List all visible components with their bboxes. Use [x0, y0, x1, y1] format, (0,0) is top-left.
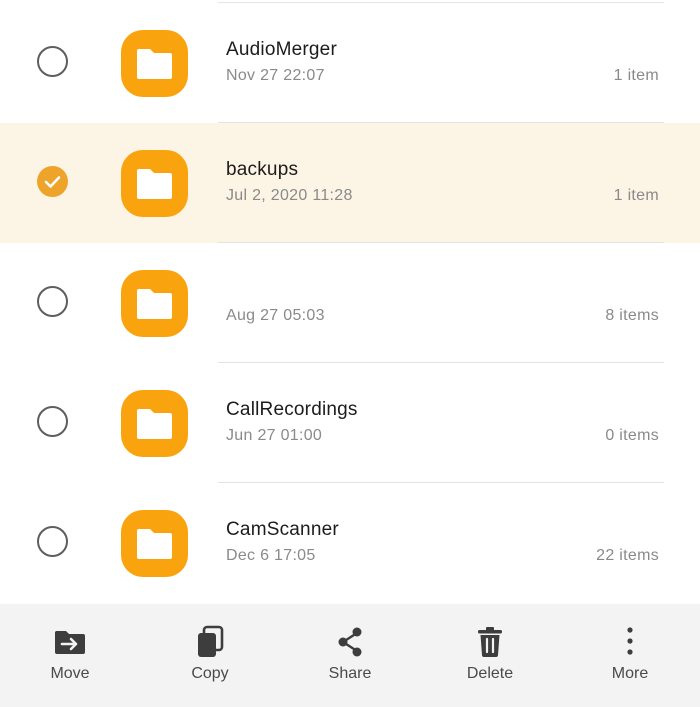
folder-name: CallRecordings — [226, 399, 358, 420]
select-checkbox[interactable] — [37, 526, 68, 557]
move-button[interactable]: Move — [0, 604, 140, 707]
folder-item-count: 1 item — [613, 67, 659, 84]
delete-button[interactable]: Delete — [420, 604, 560, 707]
folder-icon — [121, 270, 188, 337]
select-checkbox[interactable] — [37, 406, 68, 437]
file-manager-screen: AudioMerger Nov 27 22:07 1 item backups … — [0, 0, 700, 707]
folder-item-count: 0 items — [605, 427, 659, 444]
more-label: More — [611, 665, 649, 682]
file-list: AudioMerger Nov 27 22:07 1 item backups … — [0, 3, 700, 603]
folder-row-audiomerger[interactable]: AudioMerger Nov 27 22:07 1 item — [0, 3, 700, 123]
share-icon — [338, 627, 362, 657]
folder-name: AudioMerger — [226, 39, 337, 60]
folder-row-unnamed[interactable]: Aug 27 05:03 8 items — [0, 243, 700, 363]
folder-name: CamScanner — [226, 519, 339, 540]
select-checkbox[interactable] — [37, 286, 68, 317]
folder-icon — [121, 390, 188, 457]
folder-item-count: 8 items — [605, 307, 659, 324]
move-icon — [54, 631, 85, 654]
folder-icon — [121, 510, 188, 577]
copy-button[interactable]: Copy — [140, 604, 280, 707]
checkmark-icon — [44, 176, 61, 188]
copy-icon — [198, 625, 224, 657]
delete-icon — [478, 627, 502, 657]
folder-row-backups[interactable]: backups Jul 2, 2020 11:28 1 item — [0, 123, 700, 243]
folder-date: Dec 6 17:05 — [226, 547, 316, 564]
folder-row-callrecordings[interactable]: CallRecordings Jun 27 01:00 0 items — [0, 363, 700, 483]
folder-icon — [121, 30, 188, 97]
folder-date: Jul 2, 2020 11:28 — [226, 187, 353, 204]
folder-date: Nov 27 22:07 — [226, 67, 325, 84]
folder-row-camscanner[interactable]: CamScanner Dec 6 17:05 22 items — [0, 483, 700, 603]
folder-item-count: 1 item — [613, 187, 659, 204]
bottom-action-bar: Move Copy Share Delete More — [0, 604, 700, 707]
more-button[interactable]: More — [560, 604, 700, 707]
folder-name: backups — [226, 159, 299, 180]
select-checkbox[interactable] — [37, 46, 68, 77]
folder-item-count: 22 items — [596, 547, 659, 564]
folder-date: Jun 27 01:00 — [226, 427, 323, 444]
folder-icon — [121, 150, 188, 217]
move-label: Move — [50, 665, 90, 682]
delete-label: Delete — [466, 665, 514, 682]
copy-label: Copy — [191, 665, 229, 682]
share-button[interactable]: Share — [280, 604, 420, 707]
select-checkbox-checked[interactable] — [37, 166, 68, 197]
folder-date: Aug 27 05:03 — [226, 307, 325, 324]
share-label: Share — [328, 665, 372, 682]
more-icon — [627, 627, 633, 655]
